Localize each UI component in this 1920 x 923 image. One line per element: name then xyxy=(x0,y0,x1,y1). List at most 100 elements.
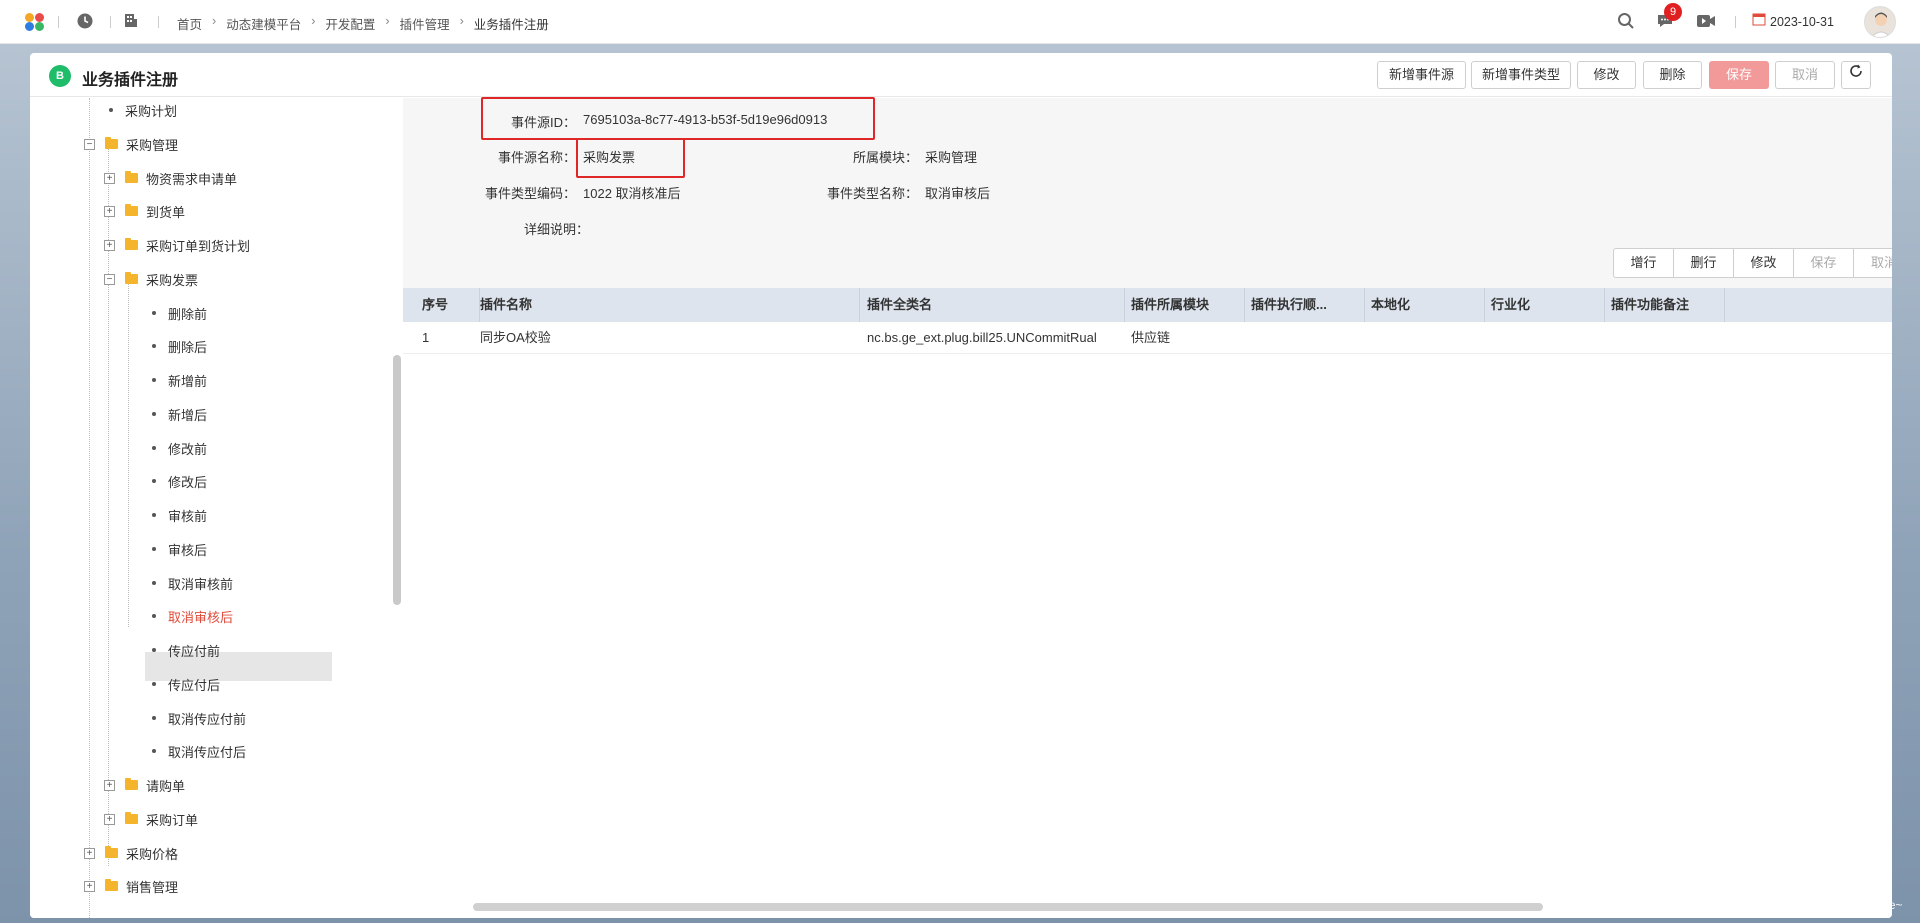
tree-item-label: 取消传应付前 xyxy=(168,711,247,727)
expand-icon[interactable]: + xyxy=(104,813,115,825)
tree-item-label: 取消传应付后 xyxy=(168,744,247,760)
tree-item[interactable]: 修改后 xyxy=(152,469,207,493)
history-clock-icon[interactable] xyxy=(75,12,95,32)
folder-icon xyxy=(125,778,138,790)
app-launcher-icon[interactable] xyxy=(25,13,45,31)
breadcrumb-item[interactable]: 插件管理 xyxy=(396,14,454,33)
tree-item[interactable]: 删除前 xyxy=(152,301,207,325)
tree-guide-line xyxy=(128,282,129,627)
add-event-source-button[interactable]: 新增事件源 xyxy=(1377,61,1466,89)
horizontal-scrollbar[interactable] xyxy=(473,903,1543,911)
bullet-icon xyxy=(109,108,113,112)
sidebar-scrollbar[interactable] xyxy=(393,355,401,605)
tree-item[interactable]: + 采购订单 xyxy=(104,807,198,831)
delete-button[interactable]: 删除 xyxy=(1643,61,1702,89)
tree-item[interactable]: + 采购订单到货计划 xyxy=(104,233,250,257)
add-event-type-button[interactable]: 新增事件类型 xyxy=(1471,61,1571,89)
column-header[interactable]: 插件执行顺... xyxy=(1245,288,1365,322)
tree-item[interactable]: + 到货单 xyxy=(104,199,185,223)
bullet-icon xyxy=(152,378,156,382)
collapse-icon[interactable]: − xyxy=(104,273,115,285)
expand-icon[interactable]: + xyxy=(104,172,115,184)
tree-item-label: 删除后 xyxy=(168,339,208,355)
user-avatar[interactable] xyxy=(1864,6,1896,38)
expand-icon[interactable]: + xyxy=(84,847,95,859)
tree-item-label: 采购计划 xyxy=(125,103,178,119)
tree-item-label: 传应付前 xyxy=(168,643,221,659)
module-value: 采购管理 xyxy=(925,150,978,165)
tree-item[interactable]: 传应付前 xyxy=(152,638,220,662)
tree-item[interactable]: 审核前 xyxy=(152,503,207,527)
tree-item-label: 删除前 xyxy=(168,306,208,322)
breadcrumb-item[interactable]: 动态建模平台 xyxy=(222,14,305,33)
tree-item[interactable]: 修改前 xyxy=(152,436,207,460)
tree-item-selected[interactable]: 取消审核后 xyxy=(152,604,233,628)
tree-item[interactable]: 新增前 xyxy=(152,368,207,392)
tree-item-label: 请购单 xyxy=(146,778,186,794)
folder-icon xyxy=(125,812,138,824)
tree-item-label: 传应付后 xyxy=(168,677,221,693)
tree-item[interactable]: 传应付后 xyxy=(152,672,220,696)
tree-item-label: 审核后 xyxy=(168,542,208,558)
chevron-right-icon: › xyxy=(311,14,316,28)
grid-cancel-button[interactable]: 取消 xyxy=(1854,249,1892,277)
tree-item[interactable]: 删除后 xyxy=(152,334,207,358)
tree-item[interactable]: + 请购单 xyxy=(104,773,185,797)
expand-icon[interactable]: + xyxy=(104,779,115,791)
tree-item[interactable]: 取消传应付后 xyxy=(152,739,246,763)
add-row-button[interactable]: 增行 xyxy=(1614,249,1674,277)
tree-item[interactable]: + 销售管理 xyxy=(84,874,178,898)
tree-item-label: 采购订单到货计划 xyxy=(146,238,251,254)
bullet-icon xyxy=(152,344,156,348)
grid-toolbar: 增行 删行 修改 保存 取消 xyxy=(1613,248,1892,278)
tree-item-label: 采购价格 xyxy=(126,846,179,862)
breadcrumb-home[interactable]: 首页 xyxy=(173,14,206,33)
divider xyxy=(58,16,59,28)
tree-item[interactable]: − 采购发票 xyxy=(104,267,198,291)
delete-row-button[interactable]: 删行 xyxy=(1674,249,1734,277)
save-button[interactable]: 保存 xyxy=(1709,61,1769,89)
collapse-icon[interactable]: − xyxy=(84,138,95,150)
expand-icon[interactable]: + xyxy=(84,880,95,892)
column-header[interactable]: 插件名称 xyxy=(474,288,860,322)
refresh-button[interactable] xyxy=(1841,61,1871,89)
folder-icon xyxy=(125,171,138,183)
tree-item[interactable]: 审核后 xyxy=(152,537,207,561)
grid-edit-button[interactable]: 修改 xyxy=(1734,249,1794,277)
tree-item[interactable]: 采购计划 xyxy=(109,98,177,122)
tree-item[interactable]: 新增后 xyxy=(152,402,207,426)
expand-icon[interactable]: + xyxy=(104,205,115,217)
cancel-button[interactable]: 取消 xyxy=(1775,61,1835,89)
column-header[interactable]: 插件全类名 xyxy=(861,288,1125,322)
expand-icon[interactable]: + xyxy=(104,239,115,251)
column-header[interactable]: 本地化 xyxy=(1365,288,1485,322)
page-title: 业务插件注册 xyxy=(82,72,179,89)
calendar-icon[interactable] xyxy=(1749,12,1769,32)
tree-item[interactable]: − 采购管理 xyxy=(84,132,178,156)
search-icon[interactable] xyxy=(1616,12,1636,32)
video-icon[interactable] xyxy=(1696,12,1716,32)
column-header[interactable]: 插件功能备注 xyxy=(1605,288,1725,322)
current-date[interactable]: 2023-10-31 xyxy=(1770,15,1834,29)
edit-button[interactable]: 修改 xyxy=(1577,61,1636,89)
tree-item-label: 采购订单 xyxy=(146,812,199,828)
tree-item[interactable]: 取消审核前 xyxy=(152,571,233,595)
bullet-icon xyxy=(152,716,156,720)
grid-save-button[interactable]: 保存 xyxy=(1794,249,1854,277)
bullet-icon xyxy=(152,446,156,450)
column-header[interactable]: 序号 xyxy=(416,288,480,322)
tree-item-label: 到货单 xyxy=(146,204,186,220)
tree-item[interactable]: + 物资需求申请单 xyxy=(104,166,237,190)
main-panel: B 业务插件注册 新增事件源 新增事件类型 修改 删除 保存 取消 采购计划 −… xyxy=(30,53,1892,918)
breadcrumb-item[interactable]: 开发配置 xyxy=(321,14,379,33)
event-type-code-label: 事件类型编码： xyxy=(485,186,577,201)
building-icon[interactable] xyxy=(121,12,141,32)
tree-item[interactable]: + 采购价格 xyxy=(84,841,178,865)
column-header[interactable]: 行业化 xyxy=(1485,288,1605,322)
bullet-icon xyxy=(152,479,156,483)
content-area: 事件源ID： 7695103a-8c77-4913-b53f-5d19e96d0… xyxy=(403,97,1892,918)
event-source-name-label: 事件源名称： xyxy=(498,150,577,165)
table-row[interactable]: 1 同步OA校验 nc.bs.ge_ext.plug.bill25.UNComm… xyxy=(403,322,1892,354)
tree-item[interactable]: 取消传应付前 xyxy=(152,706,246,730)
column-header[interactable]: 插件所属模块 xyxy=(1125,288,1245,322)
